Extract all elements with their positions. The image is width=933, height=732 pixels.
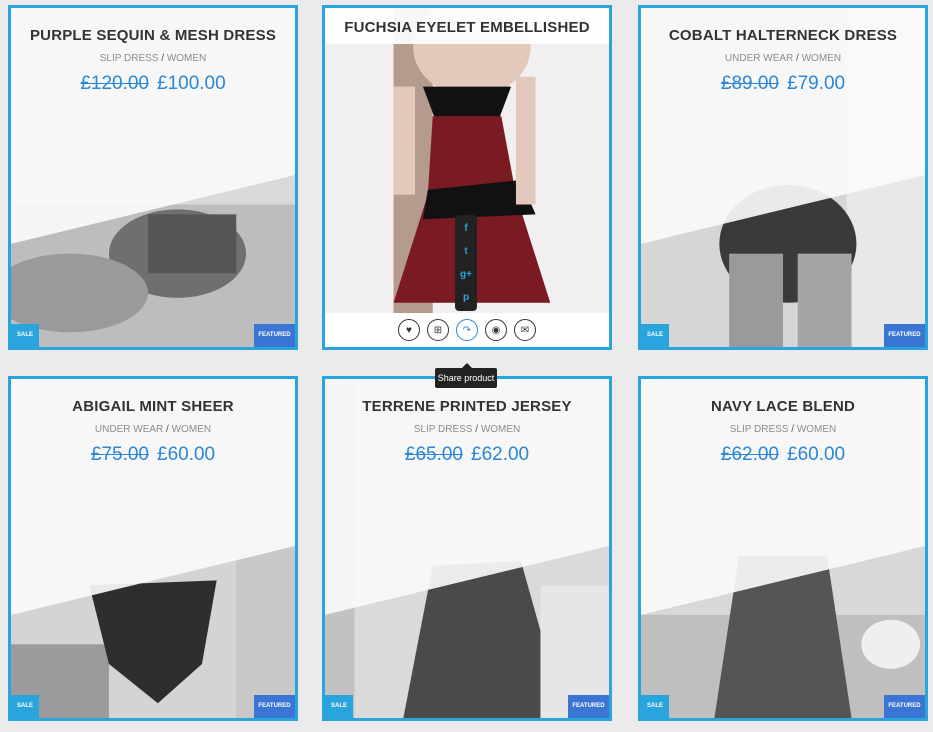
product-title[interactable]: FUCHSIA EYELET EMBELLISHED bbox=[325, 19, 609, 36]
product-card[interactable]: ABIGAIL MINT SHEER UNDER WEAR / WOMEN £7… bbox=[8, 376, 298, 721]
envelope-icon[interactable]: ✉ bbox=[514, 319, 536, 341]
category-link[interactable]: WOMEN bbox=[167, 53, 206, 64]
share-icon[interactable]: ↷ bbox=[456, 319, 478, 341]
product-title[interactable]: ABIGAIL MINT SHEER bbox=[11, 398, 295, 415]
pinterest-icon[interactable]: p bbox=[463, 292, 469, 303]
share-tooltip: Share product bbox=[435, 363, 497, 388]
old-price: £89.00 bbox=[720, 73, 779, 94]
category-separator: / bbox=[166, 424, 169, 435]
sale-badge: SALE bbox=[11, 695, 39, 718]
category-link[interactable]: WOMEN bbox=[802, 53, 841, 64]
featured-badge: FEATURED bbox=[254, 324, 295, 347]
product-title[interactable]: COBALT HALTERNECK DRESS bbox=[641, 27, 925, 44]
featured-badge: FEATURED bbox=[254, 695, 295, 718]
product-card[interactable]: FUCHSIA EYELET EMBELLISHED f t g+ p ♥ ⊞ … bbox=[322, 5, 612, 350]
featured-badge: FEATURED bbox=[884, 324, 925, 347]
sale-price: £60.00 bbox=[157, 444, 216, 465]
facebook-icon[interactable]: f bbox=[464, 223, 467, 234]
sale-badge: SALE bbox=[325, 695, 353, 718]
product-actions: ♥ ⊞ ↷ ◉ ✉ bbox=[325, 313, 609, 347]
category-separator: / bbox=[791, 424, 795, 435]
sale-badge: SALE bbox=[11, 324, 39, 347]
category-link[interactable]: SLIP DRESS bbox=[730, 424, 789, 435]
google-plus-icon[interactable]: g+ bbox=[460, 269, 472, 280]
featured-badge: FEATURED bbox=[884, 695, 925, 718]
category-link[interactable]: WOMEN bbox=[797, 424, 836, 435]
product-title[interactable]: NAVY LACE BLEND bbox=[641, 398, 925, 415]
product-card[interactable]: PURPLE SEQUIN & MESH DRESS SLIP DRESS / … bbox=[8, 5, 298, 350]
sale-badge: SALE bbox=[641, 324, 669, 347]
category-link[interactable]: UNDER WEAR bbox=[725, 53, 793, 64]
eye-icon[interactable]: ◉ bbox=[485, 319, 507, 341]
category-separator: / bbox=[475, 424, 479, 435]
sale-badge: SALE bbox=[641, 695, 669, 718]
category-link[interactable]: SLIP DRESS bbox=[414, 424, 473, 435]
product-card[interactable]: TERRENE PRINTED JERSEY SLIP DRESS / WOME… bbox=[322, 376, 612, 721]
category-link[interactable]: WOMEN bbox=[481, 424, 520, 435]
category-link[interactable]: SLIP DRESS bbox=[100, 53, 159, 64]
cart-icon[interactable]: ⊞ bbox=[427, 319, 449, 341]
product-title[interactable]: PURPLE SEQUIN & MESH DRESS bbox=[11, 27, 295, 44]
sale-price: £62.00 bbox=[471, 444, 530, 465]
share-menu: f t g+ p bbox=[455, 215, 477, 311]
old-price: £62.00 bbox=[720, 444, 779, 465]
product-card[interactable]: NAVY LACE BLEND SLIP DRESS / WOMEN £62.0… bbox=[638, 376, 928, 721]
sale-price: £100.00 bbox=[157, 73, 226, 94]
featured-badge: FEATURED bbox=[568, 695, 609, 718]
category-separator: / bbox=[161, 53, 165, 64]
product-card[interactable]: COBALT HALTERNECK DRESS UNDER WEAR / WOM… bbox=[638, 5, 928, 350]
category-link[interactable]: WOMEN bbox=[172, 424, 211, 435]
sale-price: £79.00 bbox=[787, 73, 846, 94]
sale-price: £60.00 bbox=[787, 444, 846, 465]
old-price: £75.00 bbox=[90, 444, 149, 465]
category-separator: / bbox=[796, 53, 799, 64]
old-price: £120.00 bbox=[80, 73, 149, 94]
heart-icon[interactable]: ♥ bbox=[398, 319, 420, 341]
product-title[interactable]: TERRENE PRINTED JERSEY bbox=[325, 398, 609, 415]
old-price: £65.00 bbox=[404, 444, 463, 465]
category-link[interactable]: UNDER WEAR bbox=[95, 424, 163, 435]
twitter-icon[interactable]: t bbox=[464, 246, 467, 257]
